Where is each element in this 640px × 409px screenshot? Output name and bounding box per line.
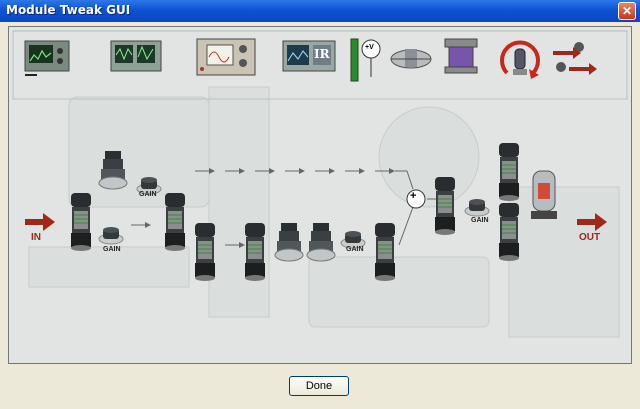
voltage-label: +V <box>365 44 374 51</box>
module-canvas: IR +V IN OUT + GAIN GAIN GAIN GAIN <box>8 26 632 364</box>
gain-label[interactable]: GAIN <box>471 217 489 224</box>
routing-arrows-tool[interactable] <box>549 39 597 79</box>
gain-label[interactable]: GAIN <box>346 246 364 253</box>
ir-label: IR <box>314 47 330 61</box>
gain-label[interactable]: GAIN <box>103 246 121 253</box>
title-bar: Module Tweak GUI ✕ <box>0 0 640 23</box>
transformer-tool[interactable] <box>441 35 481 79</box>
output-label: OUT <box>579 232 601 243</box>
spectrum-analyzer-tool[interactable] <box>23 37 73 77</box>
tube-swap-tool[interactable] <box>495 33 545 85</box>
signal-generator-tool[interactable] <box>195 35 257 79</box>
close-button[interactable]: ✕ <box>618 2 636 20</box>
summer-label: + <box>410 190 417 202</box>
window-title: Module Tweak GUI <box>6 3 131 17</box>
input-label: IN <box>31 232 41 243</box>
close-icon: ✕ <box>621 4 633 18</box>
tube-socket-tool[interactable] <box>387 43 435 73</box>
done-button[interactable]: Done <box>289 376 349 396</box>
gain-label[interactable]: GAIN <box>139 191 157 198</box>
oscilloscope-tool[interactable] <box>109 37 165 77</box>
signal-chain <box>25 142 607 282</box>
